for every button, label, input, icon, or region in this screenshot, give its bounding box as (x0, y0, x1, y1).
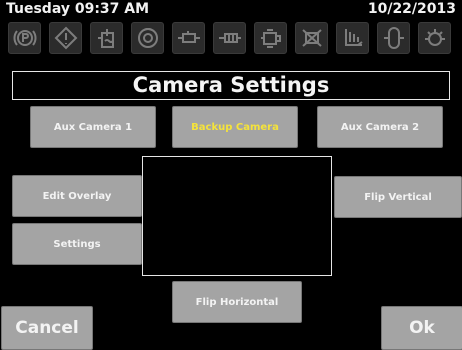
aux-camera-1-button[interactable]: Aux Camera 1 (30, 106, 156, 148)
cancel-button[interactable]: Cancel (1, 306, 93, 350)
settings-button[interactable]: Settings (12, 223, 142, 265)
warning-icon (49, 22, 82, 54)
page-title: Camera Settings (12, 71, 450, 100)
engine-oil-icon (418, 22, 451, 54)
engine-icon (254, 22, 287, 54)
edit-overlay-button[interactable]: Edit Overlay (12, 175, 142, 217)
transmission-icon (377, 22, 410, 54)
brake-icon (131, 22, 164, 54)
flip-vertical-button[interactable]: Flip Vertical (334, 176, 462, 218)
hydraulic-filter-icon (213, 22, 246, 54)
parking-brake-icon (8, 22, 41, 54)
ok-button[interactable]: Ok (381, 306, 462, 350)
camera-preview (142, 156, 332, 276)
day-time: Tuesday 09:37 AM (6, 1, 150, 17)
hydraulic-icon (172, 22, 205, 54)
engine-fault-icon (295, 22, 328, 54)
date: 10/22/2013 (367, 1, 456, 17)
aux-camera-2-button[interactable]: Aux Camera 2 (317, 106, 443, 148)
coolant-level-icon (90, 22, 123, 54)
flip-horizontal-button[interactable]: Flip Horizontal (172, 281, 302, 323)
indicator-row (8, 22, 458, 56)
camera-settings-screen: Tuesday 09:37 AM 10/22/2013 Camera Setti… (0, 0, 462, 350)
backup-camera-button[interactable]: Backup Camera (172, 106, 298, 148)
fuel-filter-icon (336, 22, 369, 54)
status-bar: Tuesday 09:37 AM 10/22/2013 (0, 0, 462, 18)
